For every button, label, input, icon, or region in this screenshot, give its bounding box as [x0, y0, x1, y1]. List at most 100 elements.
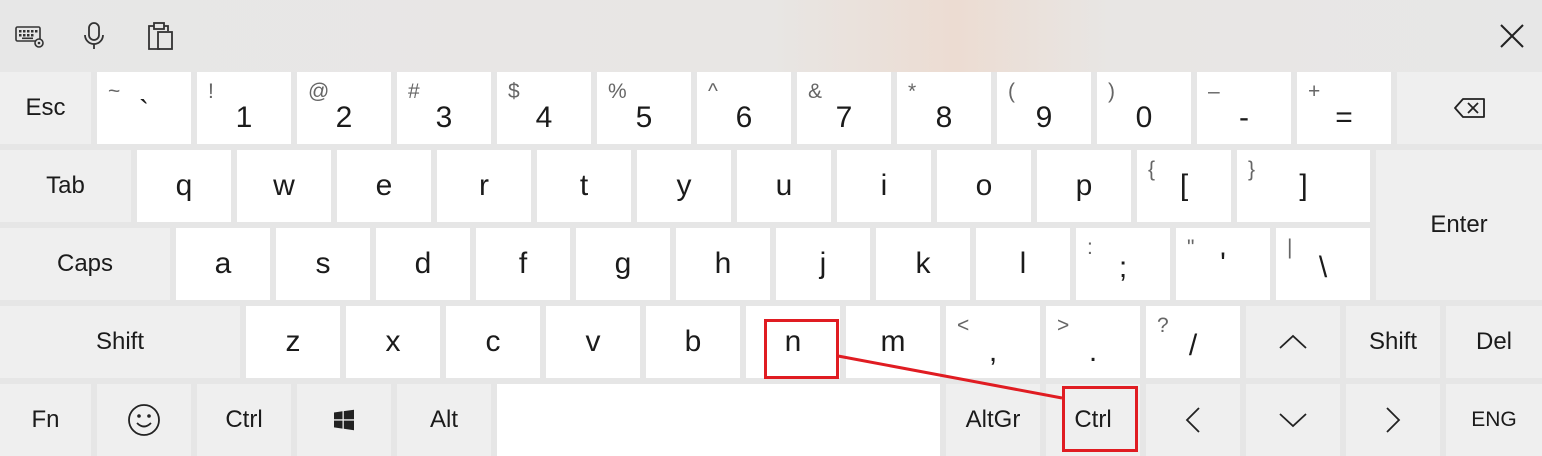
- windows-logo-icon: [334, 409, 354, 431]
- key-label: y: [676, 169, 692, 202]
- arrow-up-icon: [1279, 334, 1307, 349]
- key-arrow-left[interactable]: [1146, 384, 1240, 456]
- key-minus[interactable]: – -: [1197, 72, 1291, 144]
- close-icon[interactable]: [1490, 14, 1534, 58]
- key-o[interactable]: o: [937, 150, 1031, 222]
- key-label: r: [479, 169, 489, 202]
- key-b[interactable]: b: [646, 306, 740, 378]
- key-q[interactable]: q: [137, 150, 231, 222]
- key-secondary-label: }: [1248, 158, 1256, 181]
- key-v[interactable]: v: [546, 306, 640, 378]
- highlight-box-ctrl-key: [1062, 386, 1138, 452]
- key-alt[interactable]: Alt: [397, 384, 491, 456]
- key-label: Tab: [46, 172, 85, 199]
- key-equals[interactable]: + =: [1297, 72, 1391, 144]
- key-8[interactable]: * 8: [897, 72, 991, 144]
- key-backspace[interactable]: [1397, 72, 1542, 144]
- key-fn[interactable]: Fn: [0, 384, 91, 456]
- key-label: Esc: [25, 94, 66, 121]
- key-quote[interactable]: " ': [1176, 228, 1270, 300]
- key-secondary-label: {: [1148, 158, 1156, 181]
- key-delete[interactable]: Del: [1446, 306, 1542, 378]
- key-label: ;: [1118, 251, 1128, 284]
- key-windows[interactable]: [297, 384, 391, 456]
- key-p[interactable]: p: [1037, 150, 1131, 222]
- key-2[interactable]: @ 2: [297, 72, 391, 144]
- key-u[interactable]: u: [737, 150, 831, 222]
- key-3[interactable]: # 3: [397, 72, 491, 144]
- key-caps[interactable]: Caps: [0, 228, 170, 300]
- key-period[interactable]: > .: [1046, 306, 1140, 378]
- key-secondary-label: %: [608, 80, 627, 103]
- key-label: q: [175, 169, 193, 202]
- key-label: 3: [435, 101, 453, 134]
- key-open-bracket[interactable]: { [: [1137, 150, 1231, 222]
- key-f[interactable]: f: [476, 228, 570, 300]
- key-i[interactable]: i: [837, 150, 931, 222]
- key-t[interactable]: t: [537, 150, 631, 222]
- key-0[interactable]: ) 0: [1097, 72, 1191, 144]
- key-y[interactable]: y: [637, 150, 731, 222]
- key-arrow-right[interactable]: [1346, 384, 1440, 456]
- space-bar[interactable]: [497, 384, 940, 456]
- backspace-icon: [1453, 98, 1485, 118]
- key-m[interactable]: m: [846, 306, 940, 378]
- key-secondary-label: $: [508, 80, 520, 103]
- key-label: f: [518, 247, 528, 280]
- key-r[interactable]: r: [437, 150, 531, 222]
- key-w[interactable]: w: [237, 150, 331, 222]
- key-6[interactable]: ^ 6: [697, 72, 791, 144]
- key-label: ]: [1299, 169, 1308, 202]
- key-label: e: [375, 169, 393, 202]
- key-label: p: [1075, 169, 1093, 202]
- key-c[interactable]: c: [446, 306, 540, 378]
- key-comma[interactable]: < ,: [946, 306, 1040, 378]
- key-4[interactable]: $ 4: [497, 72, 591, 144]
- key-slash[interactable]: ? /: [1146, 306, 1240, 378]
- key-close-bracket[interactable]: } ]: [1237, 150, 1370, 222]
- key-arrow-down[interactable]: [1246, 384, 1340, 456]
- keyboard-toolbar: [0, 0, 1542, 72]
- microphone-icon[interactable]: [72, 14, 116, 58]
- key-j[interactable]: j: [776, 228, 870, 300]
- key-1[interactable]: ! 1: [197, 72, 291, 144]
- key-d[interactable]: d: [376, 228, 470, 300]
- key-ctrl-left[interactable]: Ctrl: [197, 384, 291, 456]
- key-label: Alt: [429, 406, 458, 433]
- key-language[interactable]: ENG: [1446, 384, 1542, 456]
- key-secondary-label: ): [1108, 80, 1115, 103]
- key-altgr[interactable]: AltGr: [946, 384, 1040, 456]
- key-secondary-label: ?: [1157, 314, 1169, 337]
- key-label: j: [819, 247, 827, 280]
- key-5[interactable]: % 5: [597, 72, 691, 144]
- key-h[interactable]: h: [676, 228, 770, 300]
- key-backslash[interactable]: | \: [1276, 228, 1370, 300]
- clipboard-icon[interactable]: [138, 14, 182, 58]
- key-7[interactable]: & 7: [797, 72, 891, 144]
- key-z[interactable]: z: [246, 306, 340, 378]
- key-e[interactable]: e: [337, 150, 431, 222]
- key-backtick[interactable]: ~ `: [97, 72, 191, 144]
- key-esc[interactable]: Esc: [0, 72, 91, 144]
- key-enter[interactable]: Enter: [1376, 150, 1542, 300]
- key-k[interactable]: k: [876, 228, 970, 300]
- key-semicolon[interactable]: : ;: [1076, 228, 1170, 300]
- key-label: x: [385, 325, 401, 358]
- key-shift-right[interactable]: Shift: [1346, 306, 1440, 378]
- key-l[interactable]: l: [976, 228, 1070, 300]
- key-a[interactable]: a: [176, 228, 270, 300]
- key-arrow-up[interactable]: [1246, 306, 1340, 378]
- key-9[interactable]: ( 9: [997, 72, 1091, 144]
- key-label: ENG: [1471, 408, 1517, 431]
- keyboard-settings-icon[interactable]: [8, 14, 52, 58]
- key-x[interactable]: x: [346, 306, 440, 378]
- key-shift-left[interactable]: Shift: [0, 306, 240, 378]
- key-label: \: [1318, 251, 1328, 284]
- key-label: Enter: [1430, 211, 1488, 238]
- key-label: o: [975, 169, 993, 202]
- key-s[interactable]: s: [276, 228, 370, 300]
- key-label: 9: [1035, 101, 1053, 134]
- key-emoji[interactable]: [97, 384, 191, 456]
- key-tab[interactable]: Tab: [0, 150, 131, 222]
- key-g[interactable]: g: [576, 228, 670, 300]
